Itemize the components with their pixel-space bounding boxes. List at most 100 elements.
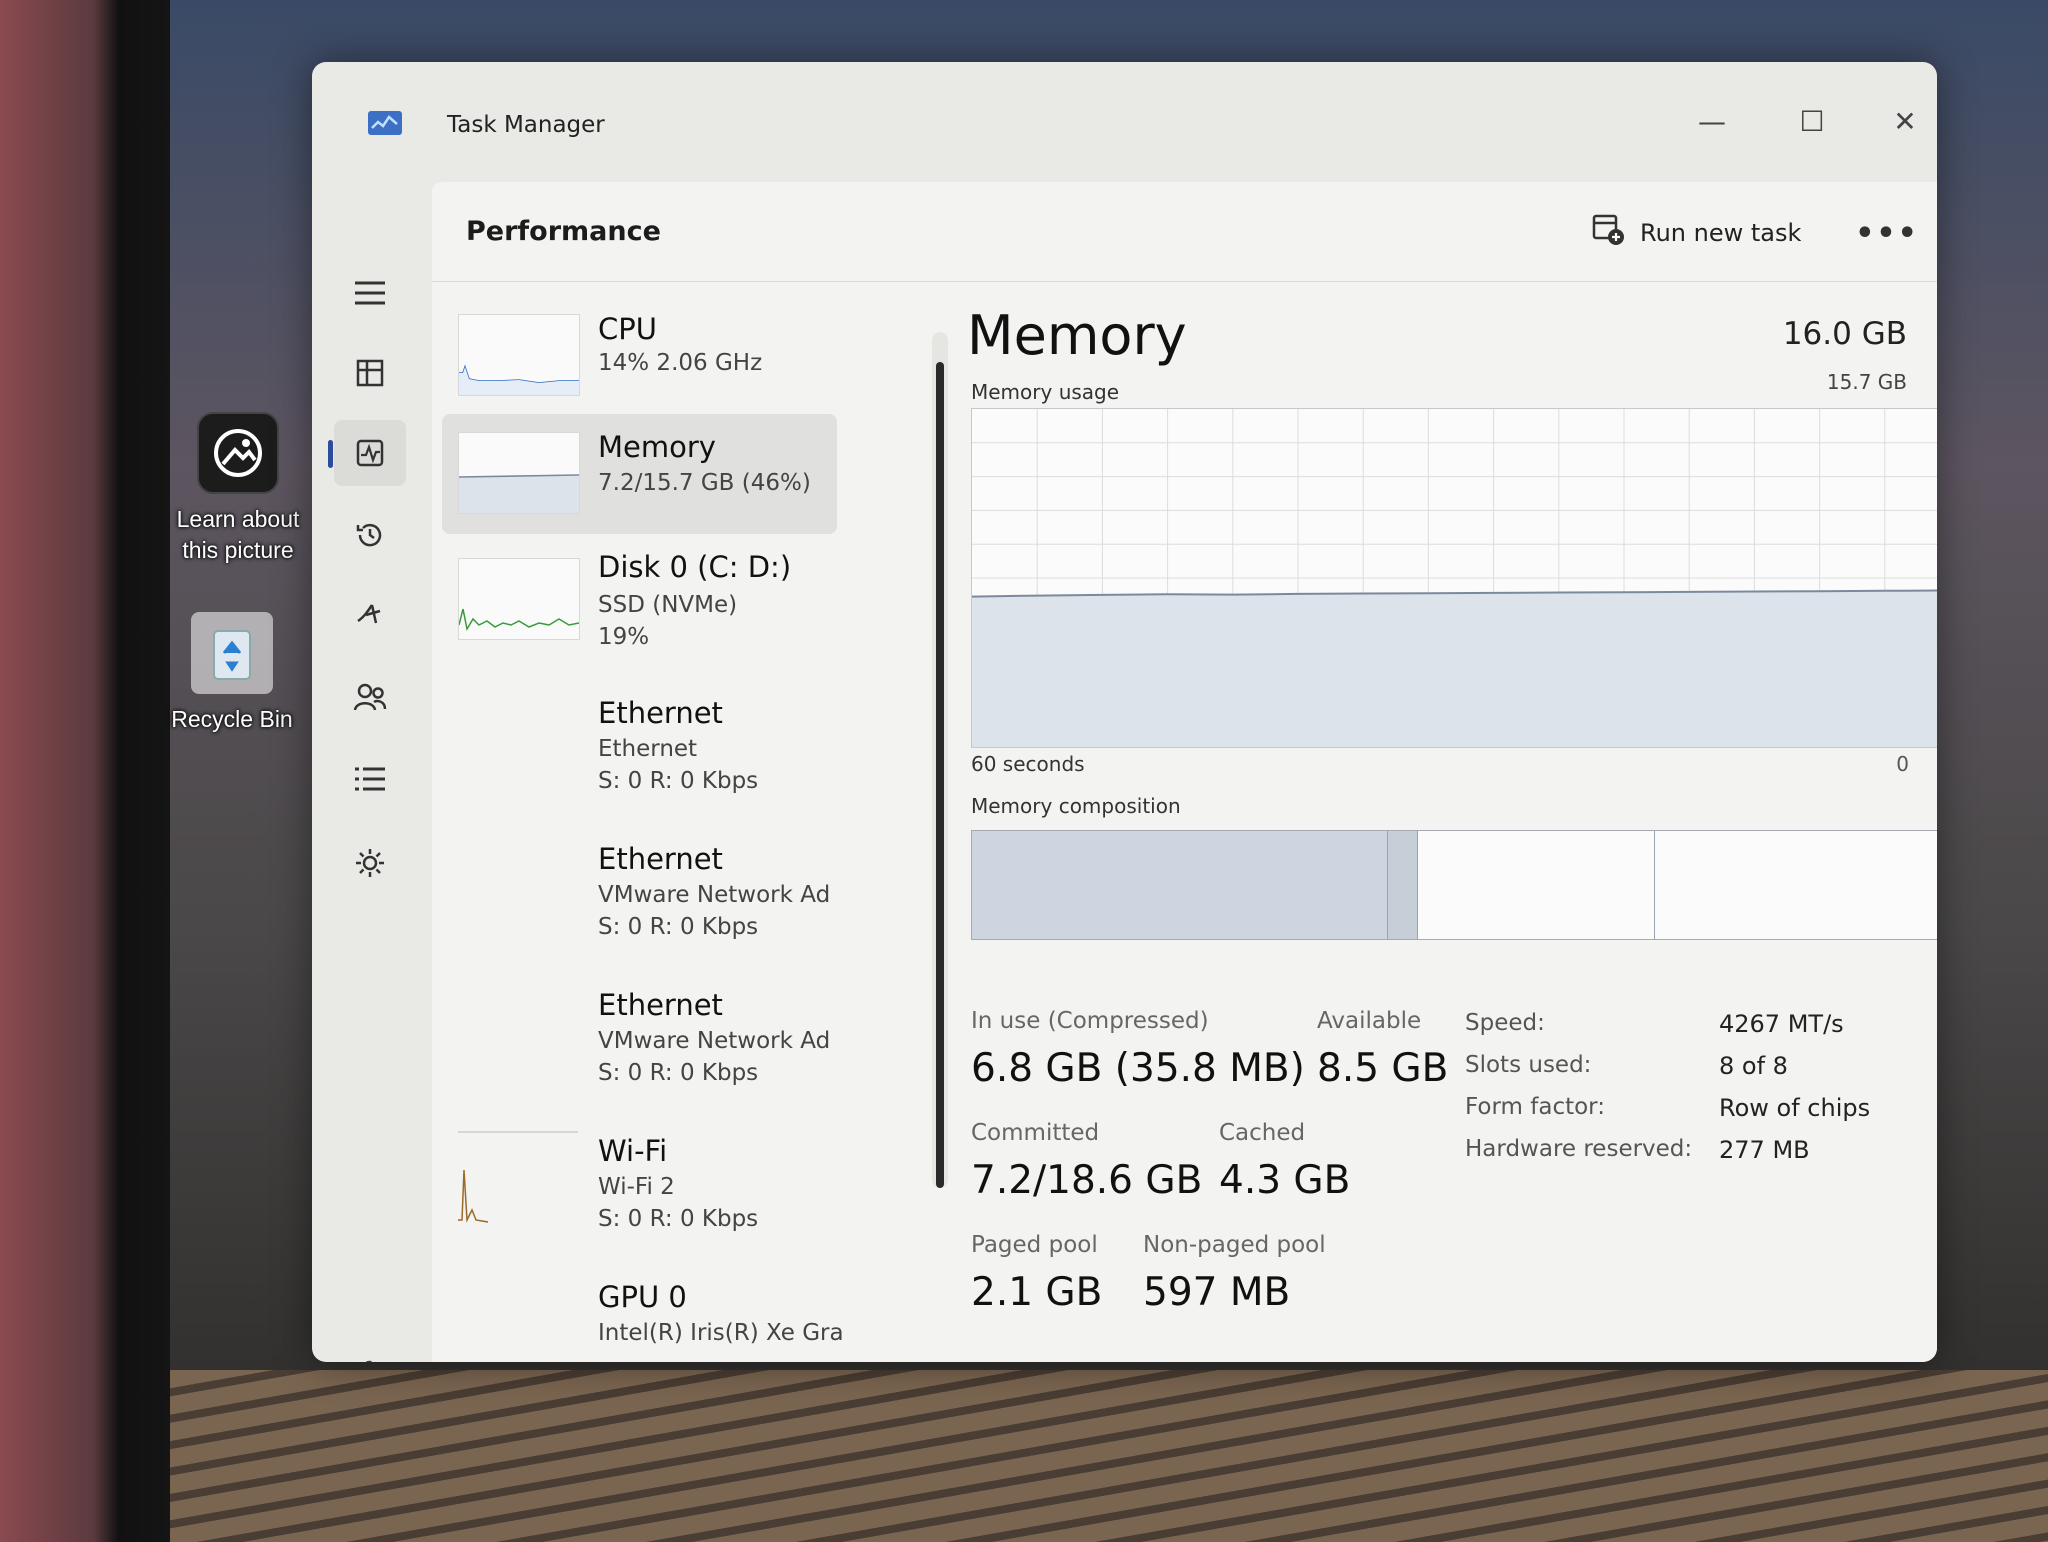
device-throughput: S: 0 R: 0 Kbps: [598, 1206, 759, 1232]
device-item-wifi[interactable]: Wi-Fi Wi-Fi 2 S: 0 R: 0 Kbps: [442, 1114, 837, 1260]
device-usage: 19%: [598, 624, 650, 650]
desktop-edge: [0, 0, 170, 1542]
device-item-gpu-0[interactable]: GPU 0 Intel(R) Iris(R) Xe Gra: [442, 1260, 844, 1362]
device-subtitle: Wi-Fi 2: [598, 1174, 675, 1200]
device-item-ethernet-2[interactable]: Ethernet VMware Network Ad S: 0 R: 0 Kbp…: [442, 822, 837, 968]
cached-label: Cached: [1219, 1120, 1306, 1146]
app-history-icon[interactable]: [334, 502, 406, 568]
device-item-memory[interactable]: Memory 7.2/15.7 GB (46%): [442, 414, 837, 534]
processes-icon[interactable]: [334, 340, 406, 406]
settings-icon[interactable]: [334, 1340, 406, 1362]
performance-header: Performance Run new task •••: [432, 182, 1937, 282]
wifi-thumbnail-graph: [458, 1130, 580, 1223]
composition-standby-segment[interactable]: [1416, 831, 1654, 939]
device-throughput: S: 0 R: 0 Kbps: [598, 914, 759, 940]
memory-usage-label: Memory usage: [971, 380, 1120, 404]
services-icon[interactable]: [334, 830, 406, 896]
device-subtitle: VMware Network Ad: [598, 1028, 831, 1054]
task-manager-window: Task Manager — ☐ ✕ Performance Run new t…: [312, 62, 1937, 1362]
scrollbar-thumb[interactable]: [936, 362, 944, 1188]
form-factor-value: Row of chips: [1719, 1094, 1871, 1122]
available-value: 8.5 GB: [1317, 1046, 1449, 1091]
memory-detail-pane: Memory 16.0 GB Memory usage 15.7 GB 60 s…: [967, 294, 1937, 1354]
more-options-button[interactable]: •••: [1855, 210, 1917, 256]
disk-thumbnail-graph: [458, 558, 580, 640]
window-title: Task Manager: [447, 112, 605, 138]
performance-icon[interactable]: [328, 420, 406, 486]
composition-in-use-segment[interactable]: [972, 831, 1387, 939]
memory-thumbnail-graph: [458, 432, 580, 514]
device-name: Ethernet: [598, 696, 723, 730]
maximize-button[interactable]: ☐: [1782, 98, 1842, 144]
speed-value: 4267 MT/s: [1719, 1010, 1844, 1038]
slots-used-value: 8 of 8: [1719, 1052, 1788, 1080]
device-name: Disk 0 (C: D:): [598, 550, 792, 584]
device-name: CPU: [598, 312, 657, 346]
desktop-icon-label-2: this picture: [182, 537, 294, 563]
device-name: Ethernet: [598, 842, 723, 876]
title-bar[interactable]: Task Manager — ☐ ✕: [312, 62, 1937, 162]
desktop-icon-label: Recycle Bin: [171, 706, 293, 732]
hardware-reserved-value: 277 MB: [1719, 1136, 1810, 1164]
device-subtitle: Intel(R) Iris(R) Xe Gra: [598, 1320, 844, 1346]
device-name: Ethernet: [598, 988, 723, 1022]
composition-modified-segment[interactable]: [1386, 831, 1417, 939]
hamburger-menu-icon[interactable]: [334, 260, 406, 326]
cpu-thumbnail-graph: [458, 314, 580, 396]
device-list: CPU 14% 2.06 GHz Memory 7.2/15.7 GB (46%…: [432, 294, 852, 1362]
memory-usage-area: [972, 590, 1937, 747]
close-button[interactable]: ✕: [1875, 98, 1935, 144]
paged-pool-value: 2.1 GB: [971, 1270, 1103, 1315]
device-throughput: S: 0 R: 0 Kbps: [598, 1060, 759, 1086]
recycle-bin-icon: [191, 612, 273, 694]
device-item-ethernet-3[interactable]: Ethernet VMware Network Ad S: 0 R: 0 Kbp…: [442, 968, 837, 1114]
navigation-rail: [312, 162, 432, 1362]
paged-pool-label: Paged pool: [971, 1232, 1098, 1258]
device-item-disk-0[interactable]: Disk 0 (C: D:) SSD (NVMe) 19%: [442, 534, 837, 678]
in-use-label: In use (Compressed): [971, 1008, 1209, 1034]
device-throughput: S: 0 R: 0 Kbps: [598, 768, 759, 794]
memory-usage-max: 15.7 GB: [1826, 370, 1907, 394]
memory-usage-graph: [971, 408, 1937, 748]
composition-free-segment[interactable]: [1653, 831, 1937, 939]
non-paged-pool-label: Non-paged pool: [1143, 1232, 1326, 1258]
details-icon[interactable]: [334, 746, 406, 812]
device-item-ethernet-1[interactable]: Ethernet Ethernet S: 0 R: 0 Kbps: [442, 678, 837, 822]
device-subtitle: 7.2/15.7 GB (46%): [598, 470, 811, 496]
device-item-cpu[interactable]: CPU 14% 2.06 GHz: [442, 294, 837, 414]
desktop-icon-label: Learn about: [176, 506, 300, 532]
startup-apps-icon[interactable]: [334, 582, 406, 648]
cached-value: 4.3 GB: [1219, 1158, 1351, 1203]
memory-usage-graph-svg: [971, 409, 1937, 747]
slots-used-label: Slots used:: [1465, 1052, 1592, 1078]
non-paged-pool-value: 597 MB: [1143, 1270, 1291, 1315]
page-title: Performance: [466, 216, 661, 247]
device-subtitle: 14% 2.06 GHz: [598, 350, 763, 376]
desktop-icon-learn-about-picture[interactable]: Learn about this picture: [158, 412, 318, 566]
learn-about-picture-icon: [197, 412, 279, 494]
device-name: GPU 0: [598, 1280, 687, 1314]
available-label: Available: [1317, 1008, 1422, 1034]
speed-label: Speed:: [1465, 1010, 1545, 1036]
memory-total: 16.0 GB: [1782, 316, 1907, 352]
device-list-scrollbar[interactable]: [932, 332, 948, 1188]
form-factor-label: Form factor:: [1465, 1094, 1605, 1120]
memory-composition-label: Memory composition: [971, 794, 1181, 818]
content-area: Performance Run new task ••• CPU 14% 2.0…: [432, 182, 1937, 1362]
users-icon[interactable]: [334, 664, 406, 730]
desktop-icon-recycle-bin[interactable]: Recycle Bin: [152, 612, 312, 735]
memory-title: Memory: [967, 304, 1187, 367]
device-name: Memory: [598, 430, 716, 464]
run-new-task-button[interactable]: Run new task: [1582, 210, 1811, 256]
graph-time-span: 60 seconds: [971, 752, 1085, 776]
minimize-button[interactable]: —: [1682, 98, 1742, 144]
hardware-reserved-label: Hardware reserved:: [1465, 1136, 1693, 1162]
desktop-wood-deck: [170, 1370, 2048, 1542]
graph-time-end: 0: [1896, 752, 1909, 776]
committed-value: 7.2/18.6 GB: [971, 1158, 1203, 1203]
task-manager-app-icon: [367, 110, 403, 136]
device-name: Wi-Fi: [598, 1134, 668, 1168]
device-subtitle: SSD (NVMe): [598, 592, 738, 618]
in-use-value: 6.8 GB (35.8 MB): [971, 1046, 1305, 1091]
device-subtitle: VMware Network Ad: [598, 882, 831, 908]
